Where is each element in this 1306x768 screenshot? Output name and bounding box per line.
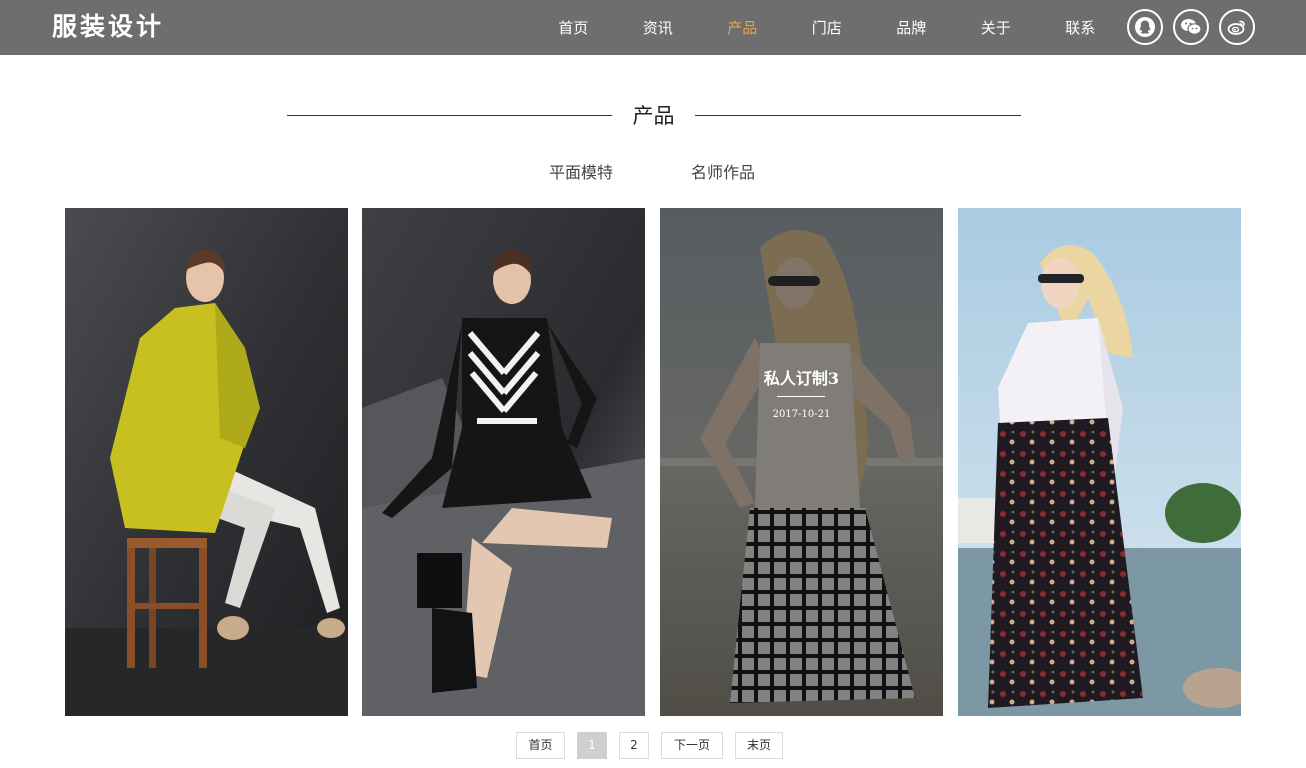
title-divider-right — [695, 115, 1021, 116]
nav-item-stores[interactable]: 门店 — [785, 0, 870, 55]
nav-item-news[interactable]: 资讯 — [616, 0, 701, 55]
pagination-page-2[interactable]: 2 — [619, 732, 649, 759]
title-divider-left — [287, 115, 612, 116]
product-card-3[interactable]: 私人订制3 2017-10-21 — [660, 208, 943, 716]
qq-icon — [1135, 17, 1155, 37]
qq-button[interactable] — [1127, 9, 1163, 45]
pagination-next[interactable]: 下一页 — [661, 732, 723, 759]
card-title-divider — [777, 396, 825, 397]
model-floral-skirt-photo — [958, 208, 1241, 716]
pagination-first[interactable]: 首页 — [516, 732, 565, 759]
model-striped-dress-photo — [362, 208, 645, 716]
main-nav: 首页 资讯 产品 门店 品牌 关于 联系 — [531, 0, 1123, 55]
nav-item-home[interactable]: 首页 — [531, 0, 616, 55]
weibo-icon — [1227, 20, 1245, 35]
weibo-button[interactable] — [1219, 9, 1255, 45]
nav-item-products[interactable]: 产品 — [700, 0, 785, 55]
section-title: 产品 — [632, 104, 675, 128]
category-tab-print-models[interactable]: 平面模特 — [549, 160, 613, 186]
nav-item-contact[interactable]: 联系 — [1038, 0, 1123, 55]
product-card-4[interactable] — [958, 208, 1241, 716]
pagination-last[interactable]: 末页 — [735, 732, 783, 759]
product-card-1[interactable] — [65, 208, 348, 716]
nav-item-about[interactable]: 关于 — [954, 0, 1039, 55]
wechat-button[interactable] — [1173, 9, 1209, 45]
card-title: 私人订制3 — [763, 369, 840, 388]
top-navbar: 服装设计 首页 资讯 产品 门店 品牌 关于 联系 — [0, 0, 1306, 55]
model-yellow-coat-photo — [65, 208, 348, 716]
site-logo[interactable]: 服装设计 — [52, 10, 164, 44]
card-date: 2017-10-21 — [772, 409, 831, 420]
wechat-icon — [1181, 19, 1202, 35]
pagination-page-1[interactable]: 1 — [577, 732, 607, 759]
category-tab-designer-works[interactable]: 名师作品 — [691, 160, 755, 186]
nav-item-brand[interactable]: 品牌 — [869, 0, 954, 55]
section-header: 产品 — [0, 98, 1306, 134]
card-hover-overlay — [660, 208, 943, 716]
product-card-2[interactable] — [362, 208, 645, 716]
